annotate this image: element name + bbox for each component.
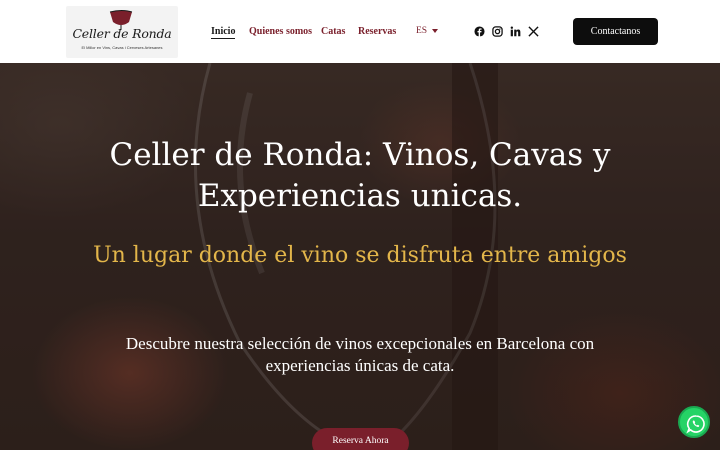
logo-name: Celler de Ronda [72, 26, 172, 41]
reserve-now-button[interactable]: Reserva Ahora [312, 428, 409, 450]
site-header: Celler de Ronda El Millor en Vins, Cavas… [0, 0, 720, 63]
hero-description-line-1: Descubre nuestra selección de vinos exce… [125, 334, 595, 353]
x-icon[interactable] [528, 26, 539, 37]
contact-button[interactable]: Contactanos [573, 18, 658, 45]
hero-subtitle: Un lugar donde el vino se disfruta entre… [93, 243, 627, 268]
chevron-down-icon[interactable] [432, 29, 438, 33]
linkedin-icon[interactable] [510, 26, 521, 37]
logo[interactable]: Celler de Ronda El Millor en Vins, Cavas… [66, 6, 178, 58]
hero-section: Celler de Ronda: Vinos, Cavas y Experien… [0, 63, 720, 450]
hero-title-line-2: Experiencias unicas. [197, 178, 523, 214]
logo-tagline: El Millor en Vins, Cavas i Cerveses Arte… [81, 45, 163, 50]
hero-description: Descubre nuestra selección de vinos exce… [100, 333, 620, 377]
whatsapp-button[interactable] [678, 406, 710, 438]
nav-quienes-somos[interactable]: Quienes somos [249, 26, 312, 37]
facebook-icon[interactable] [474, 26, 485, 37]
nav-inicio[interactable]: Inicio [211, 26, 236, 39]
nav-catas[interactable]: Catas [321, 26, 345, 37]
instagram-icon[interactable] [492, 26, 503, 37]
whatsapp-icon [686, 415, 705, 434]
hero-description-line-2: experiencias únicas de cata. [265, 356, 455, 375]
hero-title-line-1: Celler de Ronda: Vinos, Cavas y [109, 137, 611, 173]
hero-title: Celler de Ronda: Vinos, Cavas y Experien… [90, 135, 630, 217]
nav-reservas[interactable]: Reservas [358, 26, 396, 37]
language-selector[interactable]: ES [416, 26, 427, 36]
